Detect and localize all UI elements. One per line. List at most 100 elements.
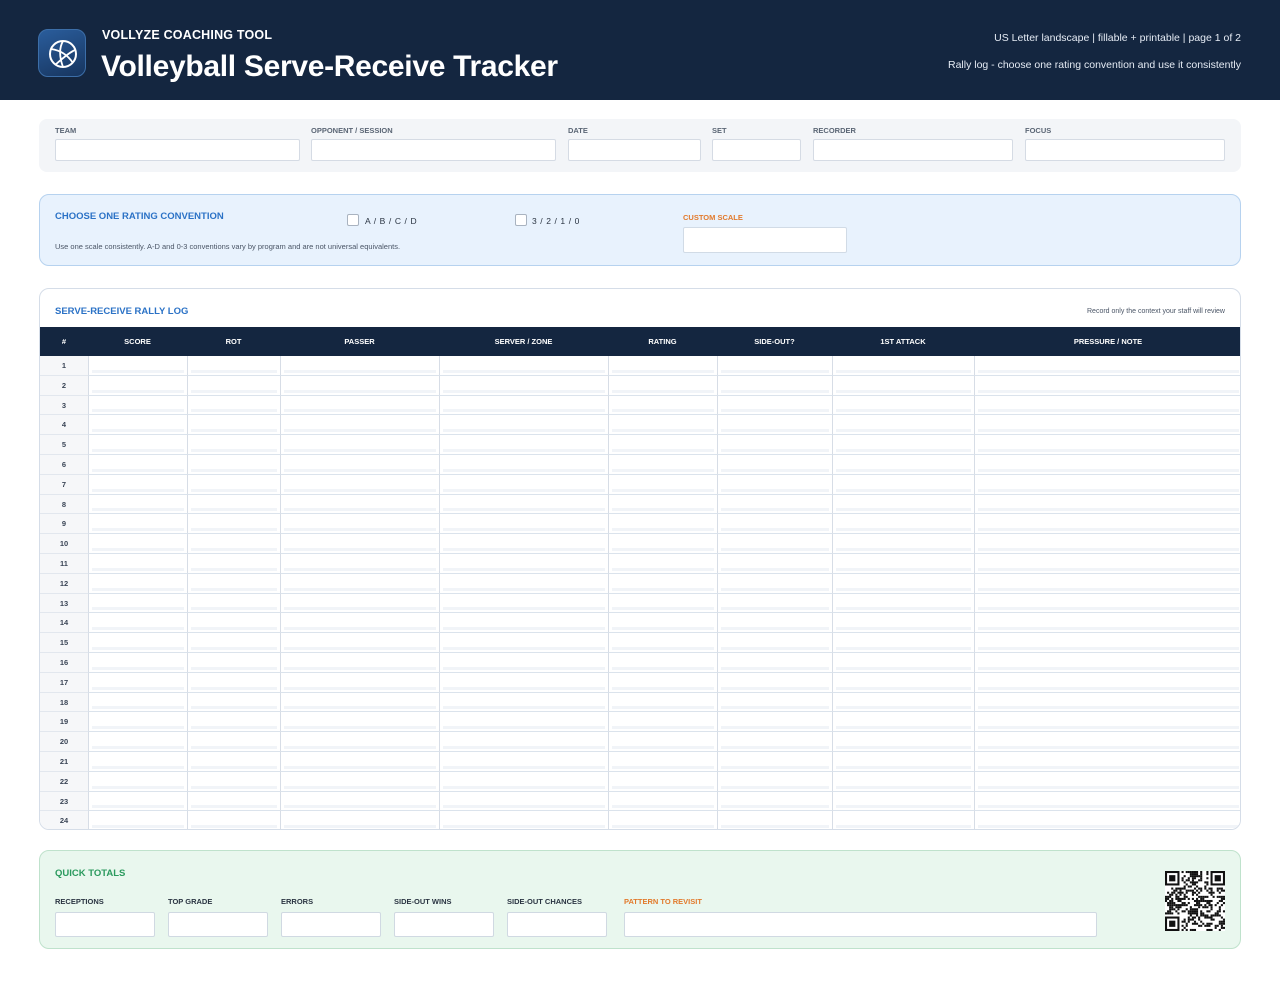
server-zone-cell[interactable] — [439, 375, 608, 396]
side-out-cell[interactable] — [717, 415, 832, 436]
team-input[interactable] — [55, 139, 300, 161]
opponent-input[interactable] — [311, 139, 556, 161]
passer-cell[interactable] — [280, 732, 439, 752]
pressure-note-cell[interactable] — [974, 375, 1240, 396]
errors-input[interactable] — [281, 912, 381, 937]
rot-cell[interactable] — [187, 732, 280, 752]
rot-cell[interactable] — [187, 494, 280, 515]
server-zone-cell[interactable] — [439, 593, 608, 614]
server-zone-cell[interactable] — [439, 712, 608, 733]
first-attack-cell[interactable] — [832, 771, 974, 792]
passer-cell[interactable] — [280, 534, 439, 554]
pressure-note-cell[interactable] — [974, 811, 1240, 829]
server-zone-cell[interactable] — [439, 534, 608, 554]
score-cell[interactable] — [88, 415, 187, 436]
rating-cell[interactable] — [608, 712, 717, 733]
score-cell[interactable] — [88, 593, 187, 614]
passer-cell[interactable] — [280, 613, 439, 634]
pressure-note-cell[interactable] — [974, 474, 1240, 495]
passer-cell[interactable] — [280, 514, 439, 535]
score-cell[interactable] — [88, 613, 187, 634]
side-out-cell[interactable] — [717, 633, 832, 653]
score-cell[interactable] — [88, 534, 187, 554]
side-out-cell[interactable] — [717, 494, 832, 515]
rating-cell[interactable] — [608, 494, 717, 515]
rot-cell[interactable] — [187, 534, 280, 554]
first-attack-cell[interactable] — [832, 593, 974, 614]
server-zone-cell[interactable] — [439, 613, 608, 634]
rating-cell[interactable] — [608, 791, 717, 812]
score-cell[interactable] — [88, 573, 187, 594]
first-attack-cell[interactable] — [832, 692, 974, 713]
rot-cell[interactable] — [187, 435, 280, 455]
rot-cell[interactable] — [187, 712, 280, 733]
first-attack-cell[interactable] — [832, 653, 974, 673]
score-cell[interactable] — [88, 672, 187, 693]
rot-cell[interactable] — [187, 653, 280, 673]
pressure-note-cell[interactable] — [974, 791, 1240, 812]
first-attack-cell[interactable] — [832, 633, 974, 653]
abcd-checkbox[interactable] — [347, 214, 359, 226]
pressure-note-cell[interactable] — [974, 672, 1240, 693]
server-zone-cell[interactable] — [439, 732, 608, 752]
pressure-note-cell[interactable] — [974, 771, 1240, 792]
rot-cell[interactable] — [187, 395, 280, 416]
rot-cell[interactable] — [187, 811, 280, 829]
rot-cell[interactable] — [187, 573, 280, 594]
score-cell[interactable] — [88, 474, 187, 495]
rot-cell[interactable] — [187, 415, 280, 436]
rot-cell[interactable] — [187, 593, 280, 614]
server-zone-cell[interactable] — [439, 811, 608, 829]
rot-cell[interactable] — [187, 791, 280, 812]
side-out-cell[interactable] — [717, 514, 832, 535]
score-cell[interactable] — [88, 375, 187, 396]
first-attack-cell[interactable] — [832, 375, 974, 396]
rot-cell[interactable] — [187, 455, 280, 475]
first-attack-cell[interactable] — [832, 494, 974, 515]
passer-cell[interactable] — [280, 415, 439, 436]
side-out-cell[interactable] — [717, 375, 832, 396]
side-out-cell[interactable] — [717, 692, 832, 713]
side-out-cell[interactable] — [717, 593, 832, 614]
side-out-cell[interactable] — [717, 554, 832, 574]
first-attack-cell[interactable] — [832, 712, 974, 733]
top-grade-input[interactable] — [168, 912, 268, 937]
passer-cell[interactable] — [280, 573, 439, 594]
pressure-note-cell[interactable] — [974, 712, 1240, 733]
first-attack-cell[interactable] — [832, 573, 974, 594]
server-zone-cell[interactable] — [439, 791, 608, 812]
rating-cell[interactable] — [608, 573, 717, 594]
rating-cell[interactable] — [608, 732, 717, 752]
score-cell[interactable] — [88, 514, 187, 535]
passer-cell[interactable] — [280, 712, 439, 733]
receptions-input[interactable] — [55, 912, 155, 937]
rating-cell[interactable] — [608, 613, 717, 634]
side-out-cell[interactable] — [717, 752, 832, 772]
server-zone-cell[interactable] — [439, 633, 608, 653]
passer-cell[interactable] — [280, 356, 439, 376]
score-cell[interactable] — [88, 771, 187, 792]
first-attack-cell[interactable] — [832, 672, 974, 693]
score-cell[interactable] — [88, 712, 187, 733]
server-zone-cell[interactable] — [439, 435, 608, 455]
first-attack-cell[interactable] — [832, 732, 974, 752]
passer-cell[interactable] — [280, 791, 439, 812]
focus-input[interactable] — [1025, 139, 1225, 161]
rot-cell[interactable] — [187, 771, 280, 792]
pressure-note-cell[interactable] — [974, 395, 1240, 416]
rating-cell[interactable] — [608, 356, 717, 376]
pressure-note-cell[interactable] — [974, 554, 1240, 574]
first-attack-cell[interactable] — [832, 474, 974, 495]
pressure-note-cell[interactable] — [974, 692, 1240, 713]
side-out-cell[interactable] — [717, 732, 832, 752]
rating-cell[interactable] — [608, 692, 717, 713]
pattern-input[interactable] — [624, 912, 1097, 937]
side-out-cell[interactable] — [717, 672, 832, 693]
passer-cell[interactable] — [280, 375, 439, 396]
rating-cell[interactable] — [608, 415, 717, 436]
rating-cell[interactable] — [608, 771, 717, 792]
score-cell[interactable] — [88, 455, 187, 475]
first-attack-cell[interactable] — [832, 514, 974, 535]
rating-cell[interactable] — [608, 672, 717, 693]
side-out-cell[interactable] — [717, 712, 832, 733]
